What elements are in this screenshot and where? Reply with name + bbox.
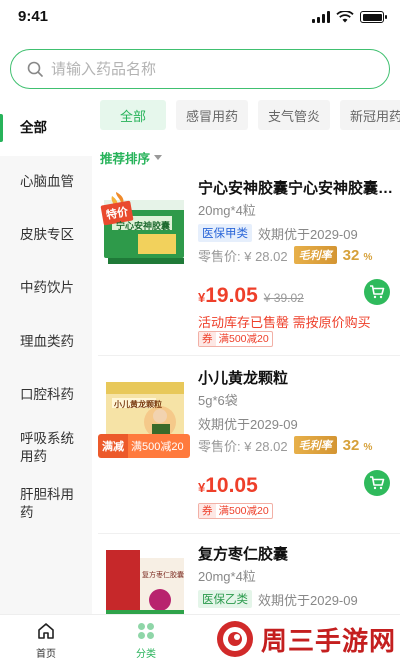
margin-badge: 毛利率 bbox=[293, 436, 337, 454]
product-image[interactable]: 特价 宁心安神胶囊 bbox=[98, 188, 190, 274]
product-spec: 20mg*4粒 bbox=[198, 569, 256, 584]
sidebar-item-label: 心脑血管 bbox=[20, 174, 74, 189]
sidebar-item-herbal[interactable]: 中药饮片 bbox=[0, 261, 92, 315]
box-label: 小儿黄龙颗粒 bbox=[114, 400, 162, 409]
product-info: 小儿黄龙颗粒 5g*6袋 效期优于2029-09 零售价: ¥ 28.02 毛利… bbox=[198, 368, 394, 456]
battery-icon bbox=[360, 11, 387, 23]
sidebar-item-label: 呼吸系统用药 bbox=[20, 431, 74, 464]
sidebar-item-label: 皮肤专区 bbox=[20, 226, 74, 242]
home-icon bbox=[38, 623, 54, 639]
box-label: 复方枣仁胶囊 bbox=[142, 572, 184, 579]
product-card[interactable]: 复方枣仁胶囊 复方枣仁胶囊 20mg*4粒 医保乙类 效期优于2029-09 bbox=[98, 540, 400, 614]
watermark-logo-icon bbox=[216, 621, 253, 657]
sale-price: 10.05 bbox=[205, 474, 258, 497]
search-input[interactable] bbox=[51, 60, 351, 78]
price-block: ¥19.05 ¥ 39.02 bbox=[198, 284, 304, 307]
product-name[interactable]: 宁心安神胶囊宁心安神胶囊宁心安神胶囊 bbox=[198, 178, 394, 200]
discount-badge: 满减 满500减20 bbox=[98, 434, 190, 458]
search-bar[interactable] bbox=[10, 49, 390, 89]
watermark-text: 周三手游网 bbox=[260, 625, 396, 656]
cart-icon bbox=[370, 476, 385, 490]
sidebar-item-label: 全部 bbox=[20, 120, 47, 135]
medicine-box-image bbox=[106, 550, 184, 614]
wifi-icon bbox=[336, 11, 354, 23]
margin-badge: 毛利率 bbox=[293, 246, 337, 264]
divider bbox=[98, 355, 400, 356]
product-name[interactable]: 复方枣仁胶囊 bbox=[198, 544, 394, 566]
coupon-tag[interactable]: 券 满500减20 bbox=[198, 503, 273, 519]
product-info: 宁心安神胶囊宁心安神胶囊宁心安神胶囊 20mg*4粒 医保甲类 效期优于2029… bbox=[198, 178, 394, 266]
subcategory-tabs: 全部 感冒用药 支气管炎 新冠用药 bbox=[100, 100, 400, 130]
margin-value: 32 % bbox=[342, 436, 373, 454]
product-image[interactable]: 复方枣仁胶囊 bbox=[98, 548, 190, 614]
coupon-tag[interactable]: 券 满500减20 bbox=[198, 331, 273, 347]
tab-cold[interactable]: 感冒用药 bbox=[176, 100, 249, 130]
validity-text: 效期优于2029-09 bbox=[258, 592, 358, 608]
add-to-cart-button[interactable] bbox=[364, 470, 390, 496]
category-icon bbox=[138, 623, 154, 639]
search-icon bbox=[27, 61, 43, 77]
box-label: 宁心安神胶囊 bbox=[116, 221, 171, 231]
chevron-down-icon bbox=[154, 155, 163, 160]
insurance-badge: 医保甲类 bbox=[198, 224, 252, 242]
tab-bronchitis[interactable]: 支气管炎 bbox=[258, 100, 331, 130]
status-bar: 9:41 bbox=[0, 0, 400, 36]
tab-all[interactable]: 全部 bbox=[100, 100, 166, 130]
sidebar-item-all[interactable]: 全部 bbox=[0, 100, 92, 156]
product-info: 复方枣仁胶囊 20mg*4粒 医保乙类 效期优于2029-09 bbox=[198, 544, 394, 610]
tab-label: 分类 bbox=[136, 649, 156, 660]
product-spec: 20mg*4粒 bbox=[198, 203, 256, 218]
status-icons bbox=[312, 11, 387, 23]
retail-price: 零售价: ¥ 28.02 bbox=[198, 438, 288, 454]
divider bbox=[98, 533, 400, 534]
product-name[interactable]: 小儿黄龙颗粒 bbox=[198, 368, 394, 390]
cart-icon bbox=[370, 285, 385, 299]
tab-label: 首页 bbox=[36, 649, 56, 660]
tab-covid[interactable]: 新冠用药 bbox=[340, 100, 400, 130]
price-block: ¥10.05 bbox=[198, 474, 258, 497]
stock-warning: 活动库存已售罄 需按原价购买 bbox=[198, 315, 371, 330]
sidebar-item-cardio[interactable]: 心脑血管 bbox=[0, 156, 92, 208]
status-time: 9:41 bbox=[18, 8, 49, 25]
original-price: ¥ 39.02 bbox=[263, 291, 304, 305]
sidebar-item-label: 口腔科药 bbox=[20, 387, 74, 402]
validity-text: 效期优于2029-09 bbox=[198, 416, 298, 432]
signal-icon bbox=[312, 11, 330, 23]
product-card[interactable]: 小儿黄龙颗粒 满减 满500减20 小儿黄龙颗粒 5g*6袋 效期优于2029-… bbox=[98, 364, 400, 532]
product-spec: 5g*6袋 bbox=[198, 393, 238, 408]
sale-price: 19.05 bbox=[205, 284, 258, 307]
sidebar-item-oral[interactable]: 口腔科药 bbox=[0, 368, 92, 422]
validity-text: 效期优于2029-09 bbox=[258, 226, 358, 242]
sidebar-item-label: 肝胆科用药 bbox=[20, 487, 74, 520]
margin-value: 32 % bbox=[342, 246, 373, 264]
category-sidebar: 全部 心脑血管 皮肤专区 中药饮片 理血类药 口腔科药 呼吸系统用药 肝胆科用药 bbox=[0, 100, 92, 614]
sidebar-item-label: 理血类药 bbox=[20, 333, 74, 349]
retail-price: 零售价: ¥ 28.02 bbox=[198, 248, 288, 264]
sidebar-item-respiratory[interactable]: 呼吸系统用药 bbox=[0, 422, 92, 474]
site-watermark: 周三手游网 bbox=[215, 614, 396, 664]
sidebar-item-label: 中药饮片 bbox=[20, 280, 74, 295]
tab-category[interactable]: 分类 bbox=[116, 621, 176, 660]
product-card[interactable]: 特价 宁心安神胶囊 宁心安神胶囊宁心安神胶囊宁心安神胶囊 20mg*4粒 医保甲… bbox=[98, 176, 400, 352]
sidebar-item-liver[interactable]: 肝胆科用药 bbox=[0, 474, 92, 534]
tab-home[interactable]: 首页 bbox=[16, 621, 76, 660]
add-to-cart-button[interactable] bbox=[364, 279, 390, 305]
insurance-badge: 医保乙类 bbox=[198, 590, 252, 608]
sort-dropdown[interactable]: 推荐排序 bbox=[100, 148, 163, 167]
sidebar-item-skin[interactable]: 皮肤专区 bbox=[0, 208, 92, 261]
sidebar-item-blood[interactable]: 理血类药 bbox=[0, 315, 92, 368]
sort-label: 推荐排序 bbox=[100, 152, 151, 166]
